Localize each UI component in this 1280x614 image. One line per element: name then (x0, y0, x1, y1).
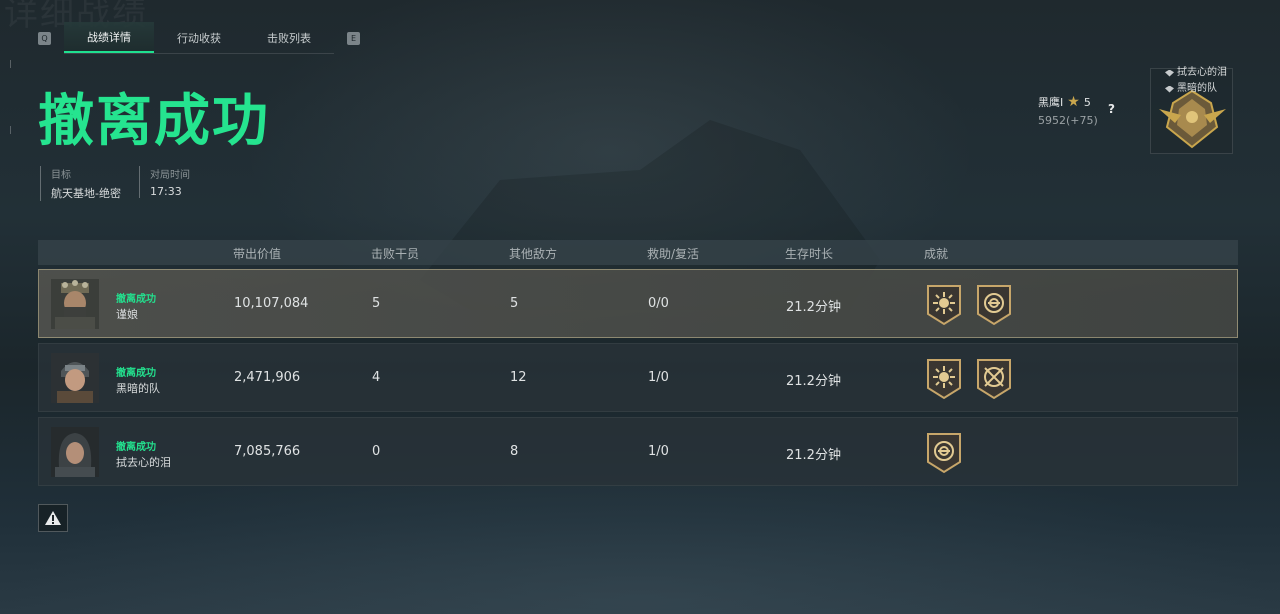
row-assist: 0/0 (648, 296, 669, 311)
table-row[interactable]: 撤离成功 拭去心的泪 7,085,766 0 8 1/0 21.2分钟 (38, 417, 1238, 486)
page-title: 撤离成功 (38, 89, 270, 154)
row-player-name: 拭去心的泪 (116, 456, 171, 469)
player-stars: 5 (1083, 95, 1091, 109)
row-survival: 21.2分钟 (786, 374, 841, 389)
player-rank: 黑鹰I ★ 5 5952(+75) (1038, 94, 1098, 127)
row-survival: 21.2分钟 (786, 300, 841, 315)
sun-badge-icon[interactable] (925, 284, 963, 326)
team-member-icon (1165, 85, 1174, 93)
avatar (51, 353, 99, 403)
row-kills: 0 (372, 444, 381, 459)
row-kills: 4 (372, 370, 381, 385)
avatar (51, 427, 99, 477)
tab-bar: 战绩详情 行动收获 击败列表 (64, 22, 334, 54)
row-status: 撤离成功 (116, 368, 156, 379)
report-button[interactable] (38, 504, 68, 532)
row-others: 5 (510, 296, 519, 311)
key-hint-left: Q (38, 32, 51, 45)
row-status: 撤离成功 (116, 442, 156, 453)
team-member-icon (1165, 69, 1174, 77)
table-row[interactable]: 撤离成功 黑暗的队 2,471,906 4 12 1/0 21.2分钟 (38, 343, 1238, 412)
row-kills: 5 (372, 296, 381, 311)
target-label: 目标 (51, 170, 71, 181)
tab-action-rewards[interactable]: 行动收获 (154, 22, 244, 53)
star-icon: ★ (1067, 94, 1080, 110)
row-player-name: 黑暗的队 (116, 382, 160, 395)
sun-badge-icon[interactable] (925, 358, 963, 400)
row-survival: 21.2分钟 (786, 448, 841, 463)
row-player-name: 谨娘 (116, 308, 138, 321)
row-assist: 1/0 (648, 444, 669, 459)
frame-tick (10, 126, 11, 134)
avatar (51, 279, 99, 329)
info-target: 目标 航天基地-绝密 (40, 166, 121, 201)
help-icon[interactable]: ? (1108, 102, 1115, 116)
table-header: 带出价值 击败干员 其他敌方 救助/复活 生存时长 成就 (38, 240, 1238, 265)
warning-icon (45, 511, 61, 525)
shield-badge-icon[interactable] (925, 432, 963, 474)
row-others: 8 (510, 444, 519, 459)
team-member-name: 拭去心的泪 (1177, 67, 1227, 78)
row-value: 7,085,766 (234, 444, 301, 459)
tab-battle-details[interactable]: 战绩详情 (64, 22, 154, 53)
header-achievements: 成就 (924, 247, 949, 261)
target-value: 航天基地-绝密 (51, 187, 121, 200)
frame-tick (10, 60, 11, 68)
row-assist: 1/0 (648, 370, 669, 385)
time-value: 17:33 (150, 185, 182, 198)
row-status: 撤离成功 (116, 294, 156, 305)
header-survival: 生存时长 (785, 247, 834, 261)
info-time: 对局时间 17:33 (139, 166, 190, 198)
row-value: 2,471,906 (234, 370, 301, 385)
table-row[interactable]: 撤离成功 谨娘 10,107,084 5 5 0/0 21.2分钟 (38, 269, 1238, 338)
header-others: 其他敌方 (509, 247, 558, 261)
player-score: 5952(+75) (1038, 114, 1098, 127)
shield-badge-icon[interactable] (975, 284, 1013, 326)
header-assist: 救助/复活 (647, 247, 700, 261)
header-kills: 击败干员 (371, 247, 420, 261)
key-hint-right: E (347, 32, 360, 45)
tab-defeat-list[interactable]: 击败列表 (244, 22, 334, 53)
crossed-badge-icon[interactable] (975, 358, 1013, 400)
team-member-name: 黑暗的队 (1177, 83, 1217, 94)
row-others: 12 (510, 370, 527, 385)
row-value: 10,107,084 (234, 296, 309, 311)
time-label: 对局时间 (150, 170, 190, 181)
team-list: 拭去心的泪 黑暗的队 (1165, 65, 1227, 97)
player-name: 黑鹰I (1038, 96, 1064, 109)
header-value: 带出价值 (233, 247, 282, 261)
